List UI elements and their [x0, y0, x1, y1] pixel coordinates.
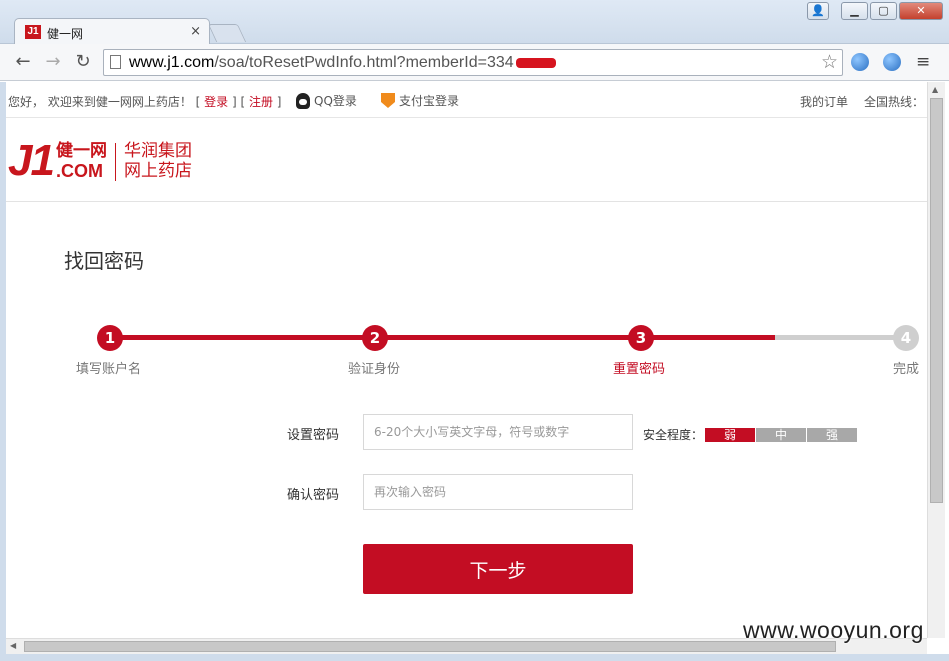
hotline-label: 全国热线：	[864, 95, 925, 109]
watermark: www.wooyun.org	[743, 617, 924, 643]
maximize-button[interactable]: ▢	[870, 2, 897, 20]
url-text[interactable]: www.j1.com/soa/toResetPwdInfo.html?membe…	[129, 54, 556, 72]
tab-title: 健一网	[47, 27, 84, 41]
qq-login[interactable]: QQ登录	[296, 92, 357, 109]
logo-tagline: 华润集团 网上药店	[124, 141, 192, 181]
page-title: 找回密码	[64, 249, 144, 273]
password-label: 设置密码	[287, 428, 340, 443]
welcome-text: 您好， 欢迎来到健一网网上药店！ [ 登录 ] [ 注册 ]	[8, 95, 282, 109]
site-header: J1 健一网 .COM 华润集团 网上药店	[0, 119, 927, 202]
menu-icon[interactable]: ≡	[916, 52, 930, 72]
confirm-password-input[interactable]	[363, 474, 633, 510]
url-path: /soa/toResetPwdInfo.html?memberId=334	[214, 54, 514, 71]
minimize-button[interactable]: ▁	[841, 2, 868, 20]
scroll-left-arrow-icon[interactable]: ◀	[10, 641, 16, 650]
qq-login-label: QQ登录	[314, 94, 357, 108]
vertical-scroll-thumb[interactable]	[930, 98, 943, 503]
vertical-scrollbar[interactable]: ▲	[927, 82, 945, 638]
logo-j1: J1	[8, 136, 55, 185]
redaction-mark	[515, 57, 556, 68]
step-1-dot: 1	[97, 325, 123, 351]
site-logo[interactable]: J1 健一网 .COM 华润集团 网上药店	[8, 136, 192, 185]
step-3-label: 重置密码	[613, 362, 666, 377]
logo-divider	[114, 143, 116, 181]
logo-tagline-line2: 网上药店	[123, 161, 192, 181]
reload-icon[interactable]: ↻	[72, 51, 94, 73]
strength-medium: 中	[756, 427, 807, 442]
my-orders-link[interactable]: 我的订单	[800, 93, 848, 110]
login-link[interactable]: 登录	[204, 95, 228, 109]
progress-steps: 1 填写账户名 2 验证身份 3 重置密码 4 完成	[0, 322, 927, 382]
close-window-button[interactable]: ✕	[899, 2, 943, 20]
confirm-row: 确认密码	[0, 474, 927, 510]
globe-extension-icon[interactable]	[851, 53, 869, 71]
window-controls: 👤 ▁ ▢ ✕	[807, 2, 943, 20]
password-input[interactable]	[363, 414, 633, 450]
back-arrow-icon[interactable]: ←	[12, 51, 34, 73]
password-row: 设置密码 安全程度： 弱 中 强	[0, 414, 927, 450]
welcome-message: 您好， 欢迎来到健一网网上药店！	[8, 95, 192, 109]
user-icon[interactable]: 👤	[807, 2, 829, 20]
url-host: www.j1.com	[129, 54, 215, 71]
browser-titlebar: J1 健一网 × 👤 ▁ ▢ ✕	[0, 0, 949, 45]
new-tab-button[interactable]	[207, 24, 247, 42]
site-topbar: 您好， 欢迎来到健一网网上药店！ [ 登录 ] [ 注册 ] QQ登录 支付宝登…	[0, 82, 927, 118]
step-2-label: 验证身份	[348, 362, 401, 377]
favicon-icon: J1	[25, 25, 41, 39]
confirm-label: 确认密码	[287, 488, 340, 503]
strength-strong: 强	[807, 427, 858, 442]
forward-arrow-icon[interactable]: →	[42, 51, 64, 73]
register-link[interactable]: 注册	[249, 95, 273, 109]
step-4-label: 完成	[893, 362, 920, 377]
page-icon	[110, 55, 121, 69]
strength-label: 安全程度：	[643, 428, 704, 442]
window-frame-bottom	[0, 654, 949, 661]
alipay-shield-icon	[381, 93, 395, 108]
progress-track-done	[110, 335, 775, 340]
globe-extension-icon-2[interactable]	[883, 53, 901, 71]
horizontal-scroll-thumb[interactable]	[24, 641, 836, 652]
step-4-dot: 4	[893, 325, 919, 351]
step-2-dot: 2	[362, 325, 388, 351]
window-frame-left	[0, 82, 6, 654]
logo-wordmark: 健一网 .COM	[56, 141, 107, 181]
tab-close-icon[interactable]: ×	[190, 24, 201, 39]
progress-track-todo	[775, 335, 907, 340]
alipay-login[interactable]: 支付宝登录	[381, 92, 459, 109]
address-bar[interactable]: www.j1.com/soa/toResetPwdInfo.html?membe…	[103, 49, 843, 76]
browser-tab[interactable]: J1 健一网 ×	[14, 18, 210, 45]
bookmark-star-icon[interactable]: ☆	[821, 51, 838, 73]
browser-toolbar: ← → ↻ www.j1.com/soa/toResetPwdInfo.html…	[0, 44, 949, 81]
strength-weak: 弱	[705, 427, 756, 442]
scroll-up-arrow-icon[interactable]: ▲	[932, 85, 938, 94]
logo-cn: 健一网	[55, 141, 107, 161]
strength-meter: 弱 中 强	[705, 427, 858, 442]
page-viewport: 您好， 欢迎来到健一网网上药店！ [ 登录 ] [ 注册 ] QQ登录 支付宝登…	[0, 82, 927, 638]
qq-penguin-icon	[296, 92, 310, 109]
next-step-button[interactable]: 下一步	[363, 544, 633, 594]
step-1-label: 填写账户名	[76, 362, 142, 377]
logo-com: .COM	[55, 161, 103, 181]
logo-tagline-line1: 华润集团	[123, 141, 192, 161]
step-3-dot: 3	[628, 325, 654, 351]
password-strength: 安全程度： 弱 中 强	[643, 426, 858, 443]
alipay-login-label: 支付宝登录	[399, 94, 460, 108]
